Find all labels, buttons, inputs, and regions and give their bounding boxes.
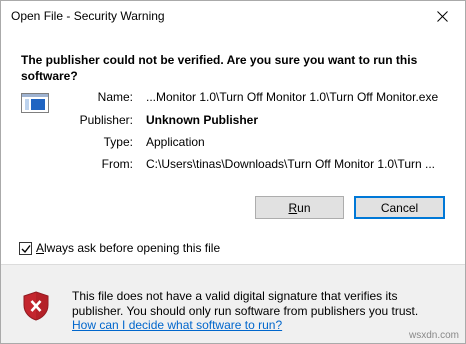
type-value: Application <box>146 135 205 149</box>
publisher-label: Publisher: <box>79 113 133 127</box>
always-ask-label: Always ask before opening this file <box>36 241 221 255</box>
type-label: Type: <box>103 135 133 149</box>
cancel-button-label: Cancel <box>380 200 419 215</box>
close-icon <box>436 11 448 22</box>
cancel-button[interactable]: Cancel <box>354 196 445 219</box>
security-warning-dialog: Open File - Security Warning The publish… <box>0 0 466 344</box>
publisher-value: Unknown Publisher <box>146 113 259 127</box>
title-bar: Open File - Security Warning <box>1 1 465 32</box>
watermark: wsxdn.com <box>408 330 459 341</box>
application-file-icon <box>21 93 49 113</box>
help-link[interactable]: How can I decide what software to run? <box>72 318 282 332</box>
always-ask-checkbox-row[interactable]: Always ask before opening this file <box>19 241 220 255</box>
shield-error-icon <box>23 291 49 321</box>
always-ask-checkbox[interactable] <box>19 241 32 255</box>
name-value: ...Monitor 1.0\Turn Off Monitor 1.0\Turn… <box>146 90 439 104</box>
run-button[interactable]: Run <box>255 196 344 219</box>
checkmark-icon <box>21 244 31 253</box>
name-label: Name: <box>97 90 133 104</box>
run-button-label: Run <box>288 200 311 215</box>
headline-text: The publisher could not be verified. Are… <box>21 53 418 83</box>
divider <box>1 264 465 265</box>
close-button[interactable] <box>419 1 465 32</box>
from-label: From: <box>101 157 133 171</box>
warning-text: This file does not have a valid digital … <box>72 289 419 318</box>
from-value: C:\Users\tinas\Downloads\Turn Off Monito… <box>146 157 435 171</box>
window-title: Open File - Security Warning <box>11 9 165 23</box>
